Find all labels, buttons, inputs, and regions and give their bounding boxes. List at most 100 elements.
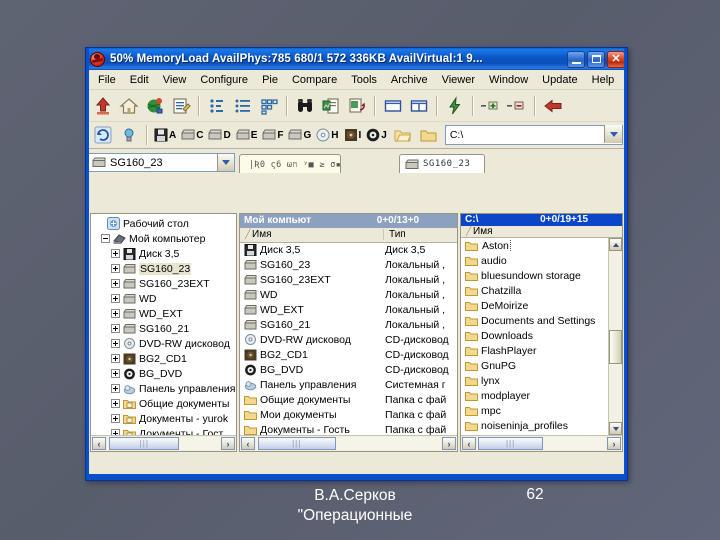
refresh-icon[interactable] xyxy=(90,123,115,148)
menu-item-configure[interactable]: Configure xyxy=(193,72,255,88)
table-row[interactable]: Панель управления Системная г xyxy=(240,378,457,393)
scroll-thumb[interactable] xyxy=(609,329,622,364)
compare-files-icon[interactable] xyxy=(318,93,343,118)
horizontal-scrollbar[interactable]: ‹ ||| › xyxy=(240,435,458,451)
scroll-thumb[interactable]: ||| xyxy=(257,437,336,450)
scroll-left-button[interactable]: ‹ xyxy=(462,437,477,451)
properties-icon[interactable] xyxy=(168,93,193,118)
menu-item-update[interactable]: Update xyxy=(535,72,584,88)
tree-node-sg160-23ext[interactable]: SG160_23EXT xyxy=(93,276,236,291)
table-row[interactable]: DeMoirize xyxy=(461,298,622,313)
table-row[interactable]: Диск 3,5 Диск 3,5 xyxy=(240,243,457,258)
thumbnails-icon[interactable] xyxy=(256,93,281,118)
quick-run-icon[interactable] xyxy=(442,93,467,118)
menu-item-tools[interactable]: Tools xyxy=(344,72,384,88)
folder-tree-panel[interactable]: Рабочий стол Мой компьютер Диск 3,5 SG16… xyxy=(90,213,237,452)
scroll-left-button[interactable]: ‹ xyxy=(241,437,255,450)
remove-tab-icon[interactable] xyxy=(504,93,529,118)
maximize-button[interactable] xyxy=(587,50,605,68)
table-row[interactable]: notepad2 xyxy=(461,433,622,436)
scroll-down-button[interactable] xyxy=(609,422,622,436)
table-row[interactable]: BG2_CD1 CD-дисковод xyxy=(240,348,457,363)
tree-node-sg160-21[interactable]: SG160_21 xyxy=(93,321,236,336)
drive-button-f[interactable]: F xyxy=(260,128,285,142)
scroll-left-button[interactable]: ‹ xyxy=(92,437,106,450)
table-row[interactable]: SG160_21 Локальный , xyxy=(240,318,457,333)
table-row[interactable]: Мои документы Папка с фай xyxy=(240,408,457,423)
table-row[interactable]: FlashPlayer xyxy=(461,343,622,358)
tab-my-computer[interactable]: |Ʀ0 ς6 ωח ʸ■ ≥ σ▪ xyxy=(239,154,341,173)
scroll-track[interactable]: ||| xyxy=(477,437,606,451)
tree-node-sg160-23[interactable]: SG160_23 xyxy=(93,261,236,276)
menu-item-window[interactable]: Window xyxy=(482,72,535,88)
drive-button-d[interactable]: D xyxy=(206,128,232,142)
tree-scroll-area[interactable]: Рабочий стол Мой компьютер Диск 3,5 SG16… xyxy=(91,214,236,435)
scroll-right-button[interactable]: › xyxy=(442,437,457,450)
tree-node-shared-docs[interactable]: Общие документы xyxy=(93,396,236,411)
sync-dirs-icon[interactable] xyxy=(344,93,369,118)
scroll-right-button[interactable]: › xyxy=(607,437,621,451)
table-row[interactable]: lynx xyxy=(461,373,622,388)
scroll-up-button[interactable] xyxy=(609,238,622,251)
column-header-name[interactable]: ╱ Имя xyxy=(240,229,383,240)
drive-button-a[interactable]: A xyxy=(152,128,178,142)
scroll-track[interactable]: ||| xyxy=(256,437,442,450)
brief-list-icon[interactable] xyxy=(204,93,229,118)
menu-item-help[interactable]: Help xyxy=(585,72,622,88)
scroll-thumb[interactable]: ||| xyxy=(109,437,180,450)
file-list[interactable]: Диск 3,5 Диск 3,5 SG160_23 Локальный , S… xyxy=(240,242,458,435)
menu-item-pie[interactable]: Pie xyxy=(255,72,285,88)
tab-sg160-23[interactable]: SG160_23 xyxy=(399,154,485,173)
scroll-right-button[interactable]: › xyxy=(221,437,235,450)
add-tab-icon[interactable] xyxy=(478,93,503,118)
window-titlebar[interactable]: 50% MemoryLoad AvailPhys:785 680/1 572 3… xyxy=(86,48,627,70)
drive-button-c[interactable]: C xyxy=(179,128,205,142)
table-row[interactable]: modplayer xyxy=(461,388,622,403)
lightbulb-icon[interactable] xyxy=(116,123,141,148)
table-row[interactable]: WD Локальный , xyxy=(240,288,457,303)
horizontal-scrollbar[interactable]: ‹ ||| › xyxy=(461,435,622,451)
my-computer-panel[interactable]: Мой компьют 0+0/13+0 ╱Имя Тип Диск 3,5 xyxy=(239,213,459,452)
folder-open-icon[interactable] xyxy=(390,123,415,148)
table-row[interactable]: DVD-RW дисковод CD-дисковод xyxy=(240,333,457,348)
tree-node-wd-ext[interactable]: WD_EXT xyxy=(93,306,236,321)
scroll-thumb[interactable]: ||| xyxy=(478,437,543,451)
column-header-type[interactable]: Тип xyxy=(383,229,457,241)
tree-node-bg2-cd1[interactable]: BG2_CD1 xyxy=(93,351,236,366)
drive-button-i[interactable]: I xyxy=(342,128,364,142)
tree-node-bg-dvd[interactable]: BG_DVD xyxy=(93,366,236,381)
table-row[interactable]: WD_EXT Локальный , xyxy=(240,303,457,318)
horizontal-scrollbar[interactable]: ‹ ||| › xyxy=(91,435,236,451)
table-row[interactable]: GnuPG xyxy=(461,358,622,373)
scroll-track[interactable] xyxy=(609,251,622,423)
table-row[interactable]: noiseninja_profiles xyxy=(461,418,622,433)
drive-button-h[interactable]: H xyxy=(314,128,340,142)
menu-item-viewer[interactable]: Viewer xyxy=(435,72,482,88)
tree-node-control-panel[interactable]: Панель управления xyxy=(93,381,236,396)
dual-panel-icon[interactable] xyxy=(406,93,431,118)
single-panel-icon[interactable] xyxy=(380,93,405,118)
chevron-down-icon[interactable] xyxy=(604,125,622,143)
drive-selector-combobox[interactable]: SG160_23 xyxy=(88,153,235,172)
detail-list-icon[interactable] xyxy=(230,93,255,118)
tree-node-docs-yurok[interactable]: Документы - yurok xyxy=(93,411,236,426)
table-row[interactable]: Documents and Settings xyxy=(461,313,622,328)
menu-item-edit[interactable]: Edit xyxy=(123,72,156,88)
scroll-track[interactable]: ||| xyxy=(107,437,220,450)
menu-item-view[interactable]: View xyxy=(156,72,194,88)
home-icon[interactable] xyxy=(116,93,141,118)
table-row[interactable]: Документы - Гость Папка с фай xyxy=(240,423,457,435)
back-icon[interactable] xyxy=(540,93,565,118)
drive-button-g[interactable]: G xyxy=(286,128,313,142)
table-row[interactable]: audio xyxy=(461,253,622,268)
tree-node-floppy[interactable]: Диск 3,5 xyxy=(93,246,236,261)
drive-button-j[interactable]: J xyxy=(364,128,389,142)
close-button[interactable] xyxy=(607,50,625,68)
table-row[interactable]: SG160_23 Локальный , xyxy=(240,258,457,273)
drive-button-e[interactable]: E xyxy=(234,128,260,142)
table-row[interactable]: Aston xyxy=(461,238,622,253)
vertical-scrollbar[interactable] xyxy=(608,238,622,436)
file-list[interactable]: Aston audio bluesundown storage Chatzill… xyxy=(461,238,622,436)
table-row[interactable]: Downloads xyxy=(461,328,622,343)
minimize-button[interactable] xyxy=(567,50,585,68)
